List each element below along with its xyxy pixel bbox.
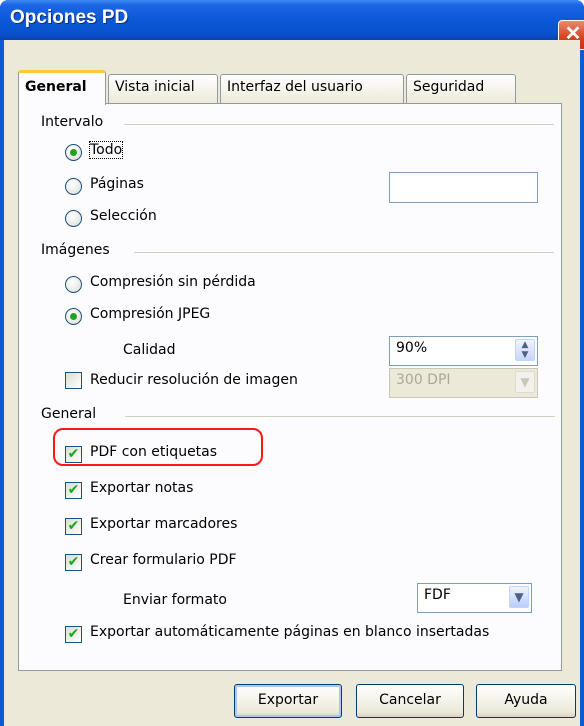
cancelar-button[interactable]: Cancelar [356, 684, 464, 718]
exportar-button[interactable]: Exportar [234, 684, 342, 718]
radio-todo[interactable] [65, 144, 82, 161]
calidad-value: 90% [396, 340, 428, 356]
dialog-client-area: General Vista inicial Interfaz del usuar… [4, 40, 580, 726]
tab-vista-inicial[interactable]: Vista inicial [108, 74, 218, 104]
radio-paginas-label[interactable]: Páginas [90, 176, 144, 192]
tab-general[interactable]: General [18, 70, 106, 105]
imagenes-heading: Imágenes [41, 242, 110, 258]
dpi-value: 300 DPI [396, 372, 451, 388]
tab-seguridad[interactable]: Seguridad [406, 74, 516, 104]
radio-compresion-sin-perdida[interactable] [65, 276, 82, 293]
checkbox-exportar-marcadores[interactable]: ✔ [65, 518, 82, 535]
intervalo-heading: Intervalo [41, 114, 104, 130]
exportar-marcadores-label[interactable]: Exportar marcadores [90, 516, 237, 532]
enviar-formato-value: FDF [424, 587, 451, 603]
exportar-notas-label[interactable]: Exportar notas [90, 480, 193, 496]
checkbox-crear-formulario[interactable]: ✔ [65, 554, 82, 571]
general-heading: General [41, 406, 97, 422]
chevron-down-icon[interactable]: ▼ [509, 586, 529, 608]
paginas-input[interactable] [389, 172, 538, 203]
radio-paginas[interactable] [65, 178, 82, 195]
tab-strip: General Vista inicial Interfaz del usuar… [18, 70, 518, 105]
radio-seleccion-label[interactable]: Selección [90, 208, 157, 224]
ayuda-button[interactable]: Ayuda [476, 684, 576, 718]
tab-panel-general: Intervalo Todo Páginas Selección Imágene… [18, 103, 562, 671]
tab-interfaz-usuario[interactable]: Interfaz del usuario [220, 74, 404, 104]
general-divider [125, 416, 555, 417]
radio-compresion-jpeg[interactable] [65, 308, 82, 325]
radio-compresion-sin-perdida-label[interactable]: Compresión sin pérdida [90, 274, 256, 290]
radio-todo-label[interactable]: Todo [88, 141, 124, 159]
crear-formulario-label[interactable]: Crear formulario PDF [90, 552, 237, 568]
title-bar[interactable]: Opciones PD ✕ [0, 0, 584, 50]
imagenes-divider [134, 252, 554, 253]
dpi-select: 300 DPI ▼ [389, 368, 538, 398]
intervalo-divider [124, 124, 554, 125]
radio-compresion-jpeg-label[interactable]: Compresión JPEG [90, 306, 210, 322]
exportar-blanco-label[interactable]: Exportar automáticamente páginas en blan… [90, 624, 489, 640]
enviar-formato-select[interactable]: FDF ▼ [417, 583, 532, 613]
enviar-formato-label: Enviar formato [123, 592, 227, 608]
radio-seleccion[interactable] [65, 210, 82, 227]
reducir-resolucion-label[interactable]: Reducir resolución de imagen [90, 372, 298, 388]
spin-arrows-icon[interactable]: ▲ ▼ [515, 339, 535, 361]
window-title: Opciones PD [10, 7, 129, 28]
calidad-spinbox[interactable]: 90% ▲ ▼ [389, 336, 538, 366]
checkbox-exportar-blanco[interactable]: ✔ [65, 626, 82, 643]
red-highlight-annotation [53, 428, 263, 466]
checkbox-reducir-resolucion[interactable] [65, 372, 82, 389]
chevron-down-icon: ▼ [515, 371, 535, 393]
calidad-label: Calidad [123, 342, 176, 358]
dialog-window: Opciones PD ✕ General Vista inicial Inte… [0, 0, 584, 726]
checkbox-exportar-notas[interactable]: ✔ [65, 482, 82, 499]
